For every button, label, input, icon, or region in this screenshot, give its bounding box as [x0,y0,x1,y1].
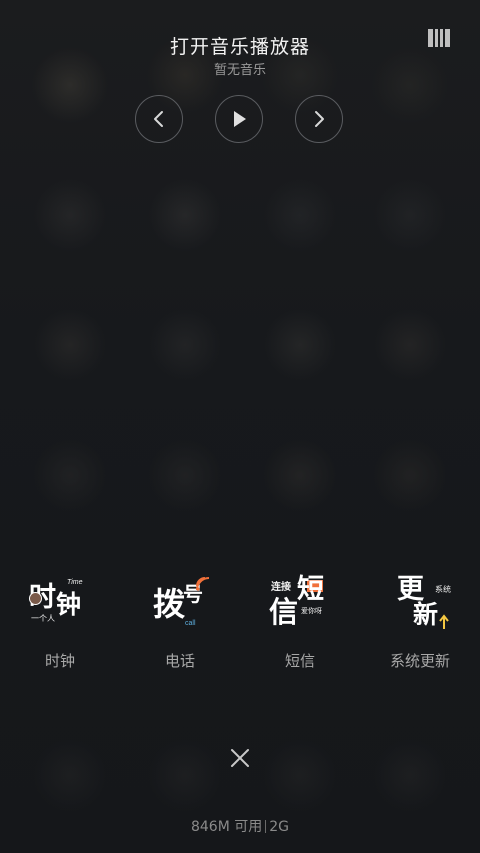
messages-art-char-1: 短 [297,574,324,605]
music-widget-title[interactable]: 打开音乐播放器 [0,32,480,59]
close-icon [231,749,249,767]
app-messages-label: 短信 [284,652,315,670]
memory-available: 846M 可用 [190,819,263,835]
system-update-app-icon: 更 新 系统 [385,570,455,640]
play-button[interactable] [215,95,263,143]
clock-art-tag: Time [67,579,83,586]
update-art-tag: 系统 [435,585,451,594]
clock-app-icon: 时 钟 Time 一个人 [25,570,95,640]
app-phone[interactable]: 拨 号 call 电话 [120,570,240,680]
arrow-up-icon [439,614,449,629]
clock-face-icon [29,592,42,605]
previous-track-button[interactable] [135,95,183,143]
next-track-button[interactable] [295,95,343,143]
app-phone-label: 电话 [164,652,195,670]
memory-divider [265,820,267,833]
phone-app-icon: 拨 号 call [145,570,215,640]
phone-art-tag: call [185,620,196,627]
app-system-update-label: 系统更新 [389,652,450,670]
chevron-right-icon [315,111,324,127]
app-messages[interactable]: 短 信 连接 爱你呀 短信 [240,570,360,680]
music-widget-subtitle: 暂无音乐 [213,63,266,78]
app-clock[interactable]: 时 钟 Time 一个人 时钟 [0,570,120,680]
messages-app-icon: 短 信 连接 爱你呀 [265,570,335,640]
messages-art-sub: 爱你呀 [301,608,322,615]
memory-total: 2G [269,819,290,835]
clock-art-char-2: 钟 [56,590,82,619]
messages-art-tag: 连接 [271,582,291,593]
update-art-char-1: 更 [397,574,424,605]
bars-icon[interactable] [428,29,452,47]
messages-art-char-2: 信 [269,595,299,629]
play-icon [234,111,246,127]
update-art-char-2: 新 [413,600,439,629]
app-clock-label: 时钟 [44,652,75,670]
app-system-update[interactable]: 更 新 系统 系统更新 [360,570,480,680]
recent-tasks-screen: 打开音乐播放器 暂无音乐 时 钟 Time 一个人 时钟 拨 号 call 电话… [0,0,480,853]
clock-art-sub: 一个人 [31,614,55,623]
signal-waves-icon [196,577,210,591]
memory-status: 846M 可用 2G [0,816,480,836]
clear-all-button[interactable] [224,742,256,774]
chevron-left-icon [154,111,163,127]
app-shortcut-row: 时 钟 Time 一个人 时钟 拨 号 call 电话 短 信 连接 爱你呀 短… [0,570,480,680]
phone-art-char-1: 拨 [153,585,186,623]
